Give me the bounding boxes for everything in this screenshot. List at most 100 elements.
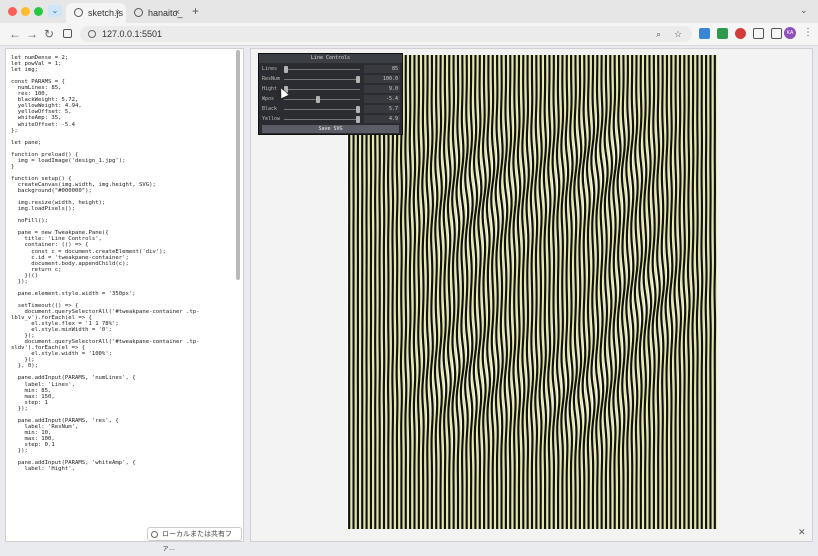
new-tab-button[interactable]: + bbox=[192, 4, 199, 18]
tab-sketch-js[interactable]: sketch.js × bbox=[66, 3, 126, 23]
tab-search-icon[interactable]: ⌄ bbox=[48, 5, 62, 17]
tab-hanaito[interactable]: hanaito_ × bbox=[126, 3, 186, 23]
control-label: Wpos bbox=[262, 96, 274, 102]
save-svg-button[interactable]: Save SVG bbox=[262, 125, 399, 133]
status-text: ローカルまたは共有ファ... bbox=[162, 531, 232, 552]
black-line bbox=[431, 55, 433, 529]
zoom-icon[interactable]: ⌕ bbox=[656, 26, 661, 42]
site-info-icon[interactable] bbox=[88, 30, 96, 38]
close-tab-icon[interactable]: × bbox=[175, 7, 180, 17]
reload-icon[interactable]: ↻ bbox=[44, 26, 54, 42]
yellow-line bbox=[577, 55, 579, 529]
yellow-line bbox=[416, 55, 417, 529]
black-line bbox=[513, 55, 515, 529]
black-line bbox=[461, 55, 464, 529]
control-label: ResNum bbox=[262, 76, 280, 82]
sidebar-panel-icon[interactable] bbox=[771, 28, 782, 39]
slider-track[interactable] bbox=[284, 89, 360, 90]
black-line bbox=[578, 55, 581, 529]
slider-track[interactable] bbox=[284, 79, 360, 80]
pane-title[interactable]: Line Controls bbox=[259, 54, 402, 63]
black-line bbox=[491, 55, 494, 529]
code-line: let img; bbox=[11, 67, 38, 73]
black-line bbox=[561, 55, 563, 529]
slider-knob[interactable] bbox=[356, 116, 360, 123]
forward-icon[interactable]: → bbox=[26, 26, 38, 42]
slider-knob[interactable] bbox=[284, 66, 288, 73]
yellow-line bbox=[542, 55, 543, 529]
black-line bbox=[448, 55, 451, 529]
yellow-line bbox=[512, 55, 514, 529]
code-line: }; bbox=[11, 128, 18, 134]
control-value-field[interactable]: 9.0 bbox=[364, 85, 400, 93]
yellow-line bbox=[521, 55, 522, 529]
control-label: Yellow bbox=[262, 116, 280, 122]
maximize-window-icon[interactable] bbox=[34, 7, 43, 16]
sidebar-icon[interactable] bbox=[63, 29, 72, 38]
extension-red-icon[interactable] bbox=[735, 28, 746, 39]
slider-track[interactable] bbox=[284, 119, 360, 120]
slider-track[interactable] bbox=[284, 69, 360, 70]
black-line bbox=[666, 55, 669, 529]
black-line bbox=[688, 55, 690, 529]
code-scrollbar[interactable] bbox=[236, 50, 240, 280]
black-line bbox=[483, 55, 486, 529]
globe-icon bbox=[134, 8, 143, 17]
extension-blue-icon[interactable] bbox=[699, 28, 710, 39]
yellow-line bbox=[699, 55, 700, 529]
yellow-line bbox=[412, 55, 413, 529]
close-window-icon[interactable] bbox=[8, 7, 17, 16]
black-line bbox=[410, 55, 411, 529]
slider-track[interactable] bbox=[284, 99, 360, 100]
menu-kebab-icon[interactable]: ⋮ bbox=[803, 27, 813, 38]
slider-knob[interactable] bbox=[356, 106, 360, 113]
code-line: img.loadPixels(); bbox=[11, 206, 75, 212]
yellow-line bbox=[551, 55, 552, 529]
black-line bbox=[626, 55, 629, 529]
black-line bbox=[697, 55, 698, 529]
slider-knob[interactable] bbox=[316, 96, 320, 103]
code-line: label: 'Hight', bbox=[11, 466, 75, 472]
code-editor-text[interactable]: let numDense = 2; let powVal = 1; let im… bbox=[11, 55, 200, 472]
black-line bbox=[675, 55, 677, 529]
black-line bbox=[496, 55, 499, 529]
control-value-field[interactable]: 85 bbox=[364, 65, 400, 73]
close-tab-icon[interactable]: × bbox=[115, 7, 120, 17]
yellow-line bbox=[403, 55, 404, 529]
yellow-line bbox=[529, 55, 530, 529]
yellow-line bbox=[485, 55, 487, 529]
status-tooltip: ローカルまたは共有ファ... bbox=[147, 527, 242, 541]
tab-list-chevron-icon[interactable]: ⌄ bbox=[800, 5, 808, 16]
extension-green-icon[interactable] bbox=[717, 28, 728, 39]
control-value-field[interactable]: 4.9 bbox=[364, 115, 400, 123]
yellow-line bbox=[429, 55, 430, 529]
back-icon[interactable]: ← bbox=[9, 26, 21, 42]
slider-knob[interactable] bbox=[356, 76, 360, 83]
control-value-field[interactable]: -5.4 bbox=[364, 95, 400, 103]
black-line bbox=[535, 55, 537, 529]
slider-track[interactable] bbox=[284, 109, 360, 110]
yellow-line bbox=[438, 55, 439, 529]
black-line bbox=[469, 55, 472, 529]
yellow-line bbox=[585, 55, 587, 529]
black-line bbox=[522, 55, 524, 529]
bookmark-star-icon[interactable]: ☆ bbox=[674, 26, 682, 42]
minimize-window-icon[interactable] bbox=[21, 7, 30, 16]
black-line bbox=[439, 55, 441, 529]
black-line bbox=[527, 55, 529, 529]
code-line: noFill(); bbox=[11, 218, 48, 224]
black-line bbox=[500, 55, 503, 529]
yellow-line bbox=[446, 55, 448, 529]
extensions-puzzle-icon[interactable] bbox=[753, 28, 764, 39]
black-line bbox=[544, 55, 546, 529]
black-line bbox=[566, 55, 569, 529]
close-panel-icon[interactable]: ✕ bbox=[798, 527, 806, 538]
black-line bbox=[548, 55, 550, 529]
black-line bbox=[683, 55, 685, 529]
address-bar[interactable]: 127.0.0.1:5501 ⌕ ☆ bbox=[80, 26, 692, 42]
black-line bbox=[427, 55, 429, 529]
yellow-line bbox=[503, 55, 505, 529]
profile-avatar[interactable]: KA bbox=[784, 27, 796, 39]
control-value-field[interactable]: 5.7 bbox=[364, 105, 400, 113]
control-value-field[interactable]: 100.0 bbox=[364, 75, 400, 83]
